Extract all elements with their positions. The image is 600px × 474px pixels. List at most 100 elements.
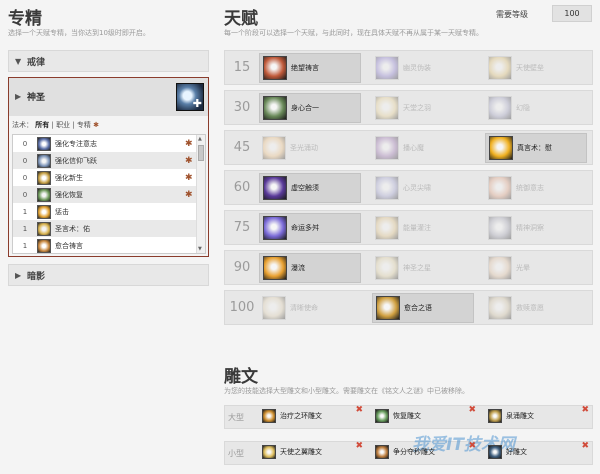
talent-icon	[375, 56, 399, 80]
star-icon: ✱	[93, 121, 99, 129]
talent-option[interactable]: 真言术：慰	[485, 133, 587, 163]
talent-option[interactable]: 神圣之星	[372, 253, 474, 283]
talent-icon	[489, 136, 513, 160]
remove-glyph-icon[interactable]: ✖	[355, 441, 363, 451]
talent-option[interactable]: 瀑流	[259, 253, 361, 283]
talent-icon	[263, 256, 287, 280]
spell-name: 圣言术：佑	[55, 224, 90, 233]
talent-option[interactable]: 虚空触须	[259, 173, 361, 203]
talent-icon	[488, 296, 512, 320]
talent-name: 神圣之星	[403, 264, 431, 272]
spec-label: 暗影	[27, 271, 46, 282]
glyph-icon	[375, 445, 389, 459]
talent-icon	[375, 256, 399, 280]
scroll-down-icon[interactable]: ▼	[198, 246, 202, 252]
filter-spec[interactable]: 专精	[77, 121, 91, 129]
talent-tier: 60 虚空触须 心灵尖啸 统御意志	[224, 170, 593, 205]
spell-name: 愈合祷言	[55, 241, 83, 250]
tier-level: 30	[233, 100, 251, 115]
talent-option[interactable]: 身心合一	[259, 93, 361, 123]
talents-title: 天赋	[224, 9, 258, 29]
scroll-up-icon[interactable]: ▲	[198, 136, 202, 142]
remove-glyph-icon[interactable]: ✖	[468, 405, 476, 415]
minor-glyph-slot[interactable]: 争分夺秒雕文 ✖	[373, 441, 478, 460]
spell-row[interactable]: 0 强化恢复 ✱	[13, 186, 197, 203]
spell-name: 强化恢复	[55, 190, 83, 199]
remove-glyph-icon[interactable]: ✖	[468, 441, 476, 451]
talent-option[interactable]: 能量灌注	[372, 213, 474, 243]
talent-icon	[262, 296, 286, 320]
glyph-icon	[375, 409, 389, 423]
spell-name: 强化信仰飞跃	[55, 156, 97, 165]
talent-name: 统御意志	[516, 184, 544, 192]
spell-list-scrollbar[interactable]: ▲ ▼	[196, 135, 205, 253]
spell-level: 0	[22, 139, 28, 148]
chevron-right-icon: ▶	[15, 270, 22, 280]
talent-option[interactable]: 圣光涌动	[259, 133, 361, 163]
major-glyph-slot[interactable]: 恢复雕文 ✖	[373, 405, 478, 424]
spell-row[interactable]: 1 愈合祷言	[13, 237, 197, 253]
spell-icon	[37, 136, 51, 151]
talent-name: 光晕	[516, 264, 530, 272]
major-glyph-slot[interactable]: 治疗之环雕文 ✖	[260, 405, 365, 424]
spell-row[interactable]: 1 圣言术：佑	[13, 220, 197, 237]
talent-name: 能量灌注	[403, 224, 431, 232]
spell-row[interactable]: 0 强化专注意志 ✱	[13, 135, 197, 152]
spell-icon	[37, 153, 51, 168]
talent-option[interactable]: 天堂之羽	[372, 93, 474, 123]
talent-option[interactable]: 清晰使命	[259, 293, 361, 323]
tier-level: 15	[233, 60, 251, 75]
talent-name: 幻隐	[516, 104, 530, 112]
remove-glyph-icon[interactable]: ✖	[581, 441, 589, 451]
talent-name: 虚空触须	[291, 184, 319, 192]
talent-option[interactable]: 统御意志	[485, 173, 587, 203]
required-level-input[interactable]: 100	[552, 5, 592, 22]
spell-level: 1	[22, 207, 28, 216]
talent-option[interactable]: 心灵尖啸	[372, 173, 474, 203]
remove-glyph-icon[interactable]: ✖	[355, 405, 363, 415]
talent-icon	[263, 56, 287, 80]
specialization-title: 专精	[8, 9, 42, 29]
talent-icon	[376, 296, 400, 320]
talent-name: 播心魔	[403, 144, 424, 152]
filter-class[interactable]: 职业	[56, 121, 70, 129]
required-level-label: 需要等级	[496, 10, 528, 19]
talent-icon	[375, 176, 399, 200]
major-glyph-slot[interactable]: 泉涌雕文 ✖	[486, 405, 591, 424]
talent-tier: 75 命运多舛 能量灌注 精神洞察	[224, 210, 593, 245]
spell-row[interactable]: 0 强化信仰飞跃 ✱	[13, 152, 197, 169]
spell-row[interactable]: 0 强化新生 ✱	[13, 169, 197, 186]
minor-glyph-slot[interactable]: 天使之翼雕文 ✖	[260, 441, 365, 460]
chevron-down-icon: ▼	[15, 56, 22, 66]
minor-glyph-slot[interactable]: 好雕文 ✖	[486, 441, 591, 460]
talent-icon	[488, 176, 512, 200]
specialization-description: 选择一个天赋专精，当你达到10级时即开启。	[8, 29, 150, 37]
talent-option[interactable]: 绝望祷言	[259, 53, 361, 83]
talent-option[interactable]: 精神洞察	[485, 213, 587, 243]
talent-icon	[488, 56, 512, 80]
talent-name: 救赎意愿	[516, 304, 544, 312]
talent-option[interactable]: 救赎意愿	[485, 293, 587, 323]
talent-option[interactable]: 幻隐	[485, 93, 587, 123]
remove-glyph-icon[interactable]: ✖	[581, 405, 589, 415]
spec-shadow[interactable]: ▶ 暗影	[8, 264, 209, 286]
spec-holy[interactable]: ▶ 神圣 ✚	[9, 78, 208, 116]
talent-option[interactable]: 播心魔	[372, 133, 474, 163]
talent-icon	[263, 96, 287, 120]
talent-option[interactable]: 天使壁垒	[485, 53, 587, 83]
specialization-panel: 专精 选择一个天赋专精，当你达到10级时即开启。 ▼ 戒律 ▶ 神圣 ✚ 法术：…	[8, 0, 212, 474]
talent-option[interactable]: 命运多舛	[259, 213, 361, 243]
major-glyph-label: 大型	[228, 413, 244, 422]
spell-row[interactable]: 1 惩击	[13, 203, 197, 220]
spec-label: 戒律	[27, 57, 46, 68]
filter-all[interactable]: 所有	[35, 121, 49, 129]
spec-discipline[interactable]: ▼ 戒律	[8, 50, 209, 72]
glyph-name: 天使之翼雕文	[280, 448, 322, 456]
talent-option[interactable]: 幽灵伪装	[372, 53, 474, 83]
talent-icon	[488, 256, 512, 280]
talent-option[interactable]: 愈合之语	[372, 293, 474, 323]
spell-level: 0	[22, 173, 28, 182]
talent-option[interactable]: 光晕	[485, 253, 587, 283]
spell-level: 1	[22, 224, 28, 233]
scroll-thumb[interactable]	[198, 145, 204, 161]
